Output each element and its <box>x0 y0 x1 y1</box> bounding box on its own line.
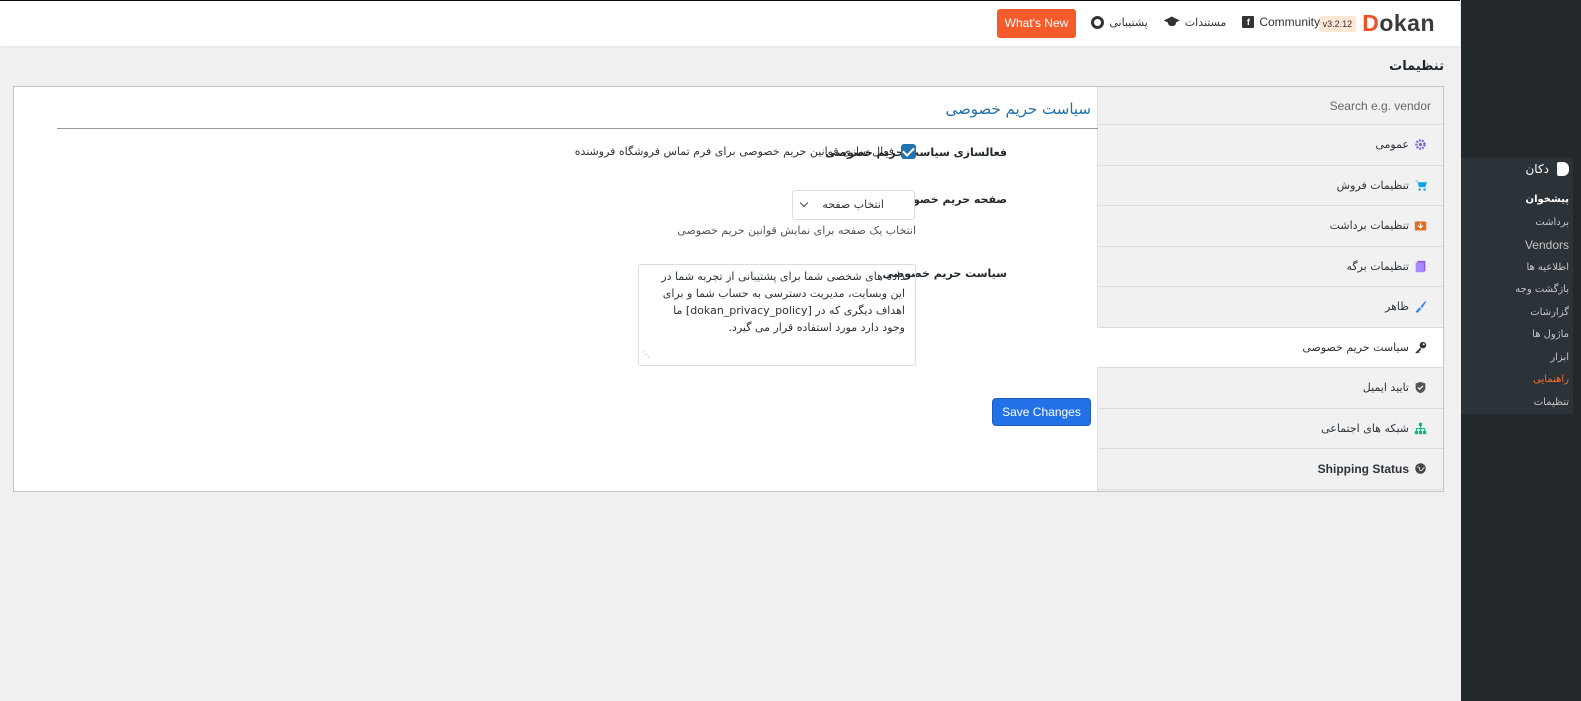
resize-handle-icon[interactable]: ⋰ <box>642 346 650 363</box>
dokan-menu-head[interactable]: دکان <box>1525 162 1569 176</box>
brand-wordmark: Dokan <box>1362 10 1435 36</box>
network-icon <box>1414 422 1427 434</box>
settings-search <box>1098 87 1443 125</box>
submenu-item-reports[interactable]: گزارشات <box>1515 305 1569 328</box>
facebook-icon: f <box>1242 16 1255 28</box>
submenu-item-modules[interactable]: ماژول ها <box>1515 327 1569 350</box>
menu-item-email-verification[interactable]: تایید ایمیل <box>1098 368 1443 409</box>
wp-admin-sidebar: دکان پیشخوان برداشت Vendors اطلاعیه ها ب… <box>1461 0 1581 701</box>
pages-icon <box>1415 260 1426 272</box>
brush-icon <box>1415 301 1427 314</box>
shield-icon <box>1415 382 1426 394</box>
submenu-item-help[interactable]: راهنمایی <box>1515 372 1569 395</box>
page-title: تنظیمات <box>1389 59 1444 74</box>
docs-link[interactable]: مستندات <box>1164 16 1226 29</box>
submenu-item-refunds[interactable]: بازگشت وجه <box>1515 282 1569 305</box>
support-link[interactable]: پشتیبانی <box>1091 15 1148 29</box>
menu-item-social[interactable]: شبکه های اجتماعی <box>1098 409 1443 449</box>
settings-panel: عمومی تنظیمات فروش تنظیمات برداشت تنظیما… <box>13 86 1444 492</box>
menu-item-selling[interactable]: تنظیمات فروش <box>1098 166 1443 206</box>
dokan-logo: v3.2.12 Dokan <box>1318 10 1435 37</box>
dokan-logo-icon <box>1557 162 1569 176</box>
enable-privacy-text: فعال سازی قوانین حریم خصوصی برای فرم تما… <box>574 145 894 158</box>
menu-item-general[interactable]: عمومی <box>1098 125 1443 166</box>
menu-item-pages[interactable]: تنظیمات برگه <box>1098 247 1443 287</box>
menu-item-privacy[interactable]: سیاست حریم خصوصی <box>1097 327 1443 368</box>
privacy-page-hint: انتخاب یک صفحه برای نمایش قوانین حریم خص… <box>677 224 916 237</box>
withdraw-icon <box>1414 221 1427 231</box>
header-links: f Community مستندات پشتیبانی <box>1091 15 1320 29</box>
submenu-item-vendors[interactable]: Vendors <box>1515 237 1569 260</box>
enable-privacy-checkbox[interactable] <box>901 144 916 159</box>
section-divider <box>57 128 1098 129</box>
cart-icon <box>1414 180 1427 191</box>
privacy-page-select[interactable]: انتخاب صفحه <box>792 190 915 220</box>
graduation-cap-icon <box>1164 17 1180 27</box>
save-changes-button[interactable]: Save Changes <box>992 398 1091 426</box>
dokan-header: v3.2.12 Dokan f Community مستندات پشتیبا… <box>0 0 1460 46</box>
settings-menu: عمومی تنظیمات فروش تنظیمات برداشت تنظیما… <box>1097 87 1443 491</box>
submenu-item-settings[interactable]: تنظیمات <box>1515 395 1569 418</box>
enable-privacy-option: فعال سازی قوانین حریم خصوصی برای فرم تما… <box>575 144 916 159</box>
dokan-submenu: پیشخوان برداشت Vendors اطلاعیه ها بازگشت… <box>1515 192 1569 417</box>
life-buoy-icon <box>1091 15 1105 29</box>
globe-icon <box>1415 463 1426 475</box>
section-title: سیاست حریم خصوصی <box>945 100 1091 118</box>
gear-icon <box>1415 139 1426 151</box>
menu-item-appearance[interactable]: ظاهر <box>1098 287 1443 328</box>
menu-item-shipping-status[interactable]: Shipping Status <box>1098 449 1443 490</box>
dokan-menu-label: دکان <box>1525 162 1549 176</box>
submenu-item-tools[interactable]: ابزار <box>1515 350 1569 373</box>
chevron-down-icon <box>799 198 809 208</box>
submenu-item-withdraw[interactable]: برداشت <box>1515 215 1569 238</box>
menu-item-withdraw[interactable]: تنظیمات برداشت <box>1098 206 1443 247</box>
submenu-item-announcements[interactable]: اطلاعیه ها <box>1515 260 1569 283</box>
version-badge: v3.2.12 <box>1318 15 1357 32</box>
settings-search-input[interactable] <box>1110 91 1431 120</box>
key-icon <box>1415 341 1427 353</box>
privacy-policy-textarea[interactable]: داده های شخصی شما برای پشتیبانی از تجربه… <box>638 264 916 366</box>
submenu-item-dashboard[interactable]: پیشخوان <box>1515 192 1569 215</box>
privacy-settings-form: سیاست حریم خصوصی فعالسازی سیاست حریم خصو… <box>14 87 1098 491</box>
whats-new-button[interactable]: What's New <box>997 9 1076 38</box>
community-link[interactable]: f Community <box>1242 15 1320 29</box>
